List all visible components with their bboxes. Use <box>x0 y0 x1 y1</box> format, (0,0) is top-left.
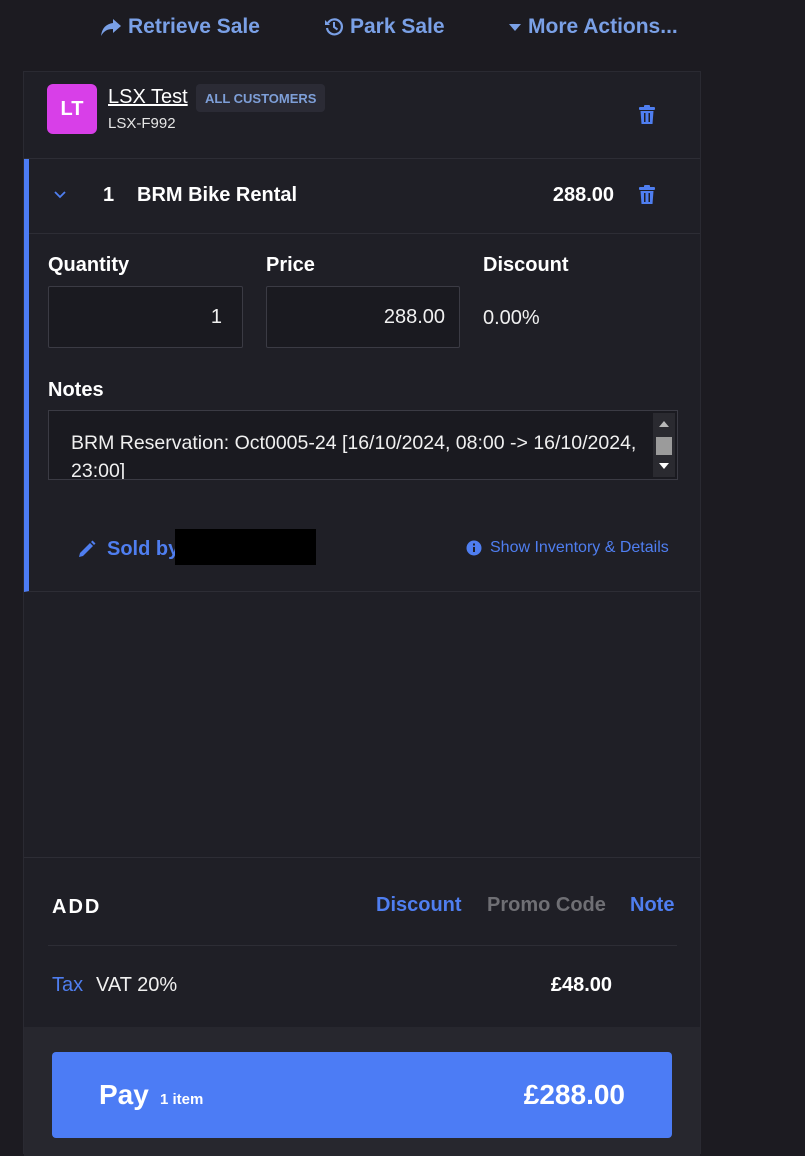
add-note-link[interactable]: Note <box>630 894 674 917</box>
line-item-header[interactable]: 1 BRM Bike Rental 288.00 <box>29 159 700 234</box>
notes-label: Notes <box>48 379 104 401</box>
scroll-up-arrow-icon[interactable] <box>659 421 669 427</box>
line-item: 1 BRM Bike Rental 288.00 Quantity Price … <box>24 159 700 592</box>
line-item-quantity: 1 <box>103 184 115 206</box>
remove-line-item-button[interactable] <box>638 185 658 207</box>
discount-label: Discount <box>483 254 569 276</box>
quantity-label: Quantity <box>48 254 130 276</box>
customer-name-link[interactable]: LSX Test <box>108 86 188 109</box>
notes-text: BRM Reservation: Oct0005-24 [16/10/2024,… <box>71 432 637 480</box>
trash-icon <box>639 105 655 124</box>
line-item-total: 288.00 <box>552 184 614 206</box>
price-input[interactable]: 288.00 <box>266 286 460 348</box>
remove-customer-button[interactable] <box>638 105 658 127</box>
retrieve-sale-label: Retrieve Sale <box>128 15 260 38</box>
sale-footer: ADD Discount Promo Code Note Tax VAT 20%… <box>24 857 700 1156</box>
more-actions-label: More Actions... <box>528 15 678 38</box>
sold-by-label: Sold by <box>107 537 180 560</box>
price-label: Price <box>266 254 315 276</box>
park-sale-button[interactable]: Park Sale <box>324 12 445 42</box>
pay-total: £288.00 <box>523 1079 625 1110</box>
caret-down-icon <box>509 24 521 31</box>
pay-item-count: 1 item <box>160 1091 204 1108</box>
add-promo-code-link[interactable]: Promo Code <box>487 894 606 917</box>
customer-row: LT LSX Test LSX-F992 ALL CUSTOMERS <box>24 72 700 159</box>
chevron-down-icon[interactable] <box>53 189 67 201</box>
tax-name: VAT 20% <box>96 974 178 996</box>
customer-avatar: LT <box>47 84 97 134</box>
sale-panel: LT LSX Test LSX-F992 ALL CUSTOMERS 1 BRM… <box>23 71 701 1156</box>
add-label: ADD <box>52 896 102 918</box>
notes-textarea[interactable]: BRM Reservation: Oct0005-24 [16/10/2024,… <box>48 410 678 480</box>
retrieve-sale-button[interactable]: Retrieve Sale <box>100 12 260 42</box>
share-arrow-icon <box>101 19 121 36</box>
line-item-name: BRM Bike Rental <box>137 184 298 206</box>
park-sale-label: Park Sale <box>350 15 445 38</box>
pay-button[interactable]: Pay 1 item £288.00 <box>52 1052 672 1138</box>
add-discount-link[interactable]: Discount <box>376 894 462 917</box>
customer-group-badge: ALL CUSTOMERS <box>196 84 326 112</box>
pay-zone: Pay 1 item £288.00 <box>24 1027 700 1156</box>
info-icon <box>466 540 482 556</box>
pay-label: Pay <box>99 1079 149 1110</box>
tax-link[interactable]: Tax <box>52 974 83 997</box>
notes-scrollbar[interactable] <box>653 413 675 477</box>
tax-amount: £48.00 <box>550 974 612 996</box>
redacted-seller-name <box>175 529 316 565</box>
show-inventory-label: Show Inventory & Details <box>490 539 669 556</box>
scrollbar-thumb[interactable] <box>656 437 672 455</box>
scroll-down-arrow-icon[interactable] <box>659 463 669 469</box>
sold-by-link[interactable]: Sold by <box>77 534 179 564</box>
customer-code: LSX-F992 <box>108 115 176 132</box>
history-icon <box>325 18 344 36</box>
discount-value[interactable]: 0.00% <box>483 307 540 330</box>
more-actions-button[interactable]: More Actions... <box>508 12 678 42</box>
pencil-icon <box>79 540 96 557</box>
trash-icon <box>639 185 655 204</box>
quantity-input[interactable]: 1 <box>48 286 243 348</box>
divider <box>48 945 677 946</box>
top-action-bar: Retrieve Sale Park Sale More Actions... <box>0 0 805 56</box>
show-inventory-details-link[interactable]: Show Inventory & Details <box>466 536 669 560</box>
